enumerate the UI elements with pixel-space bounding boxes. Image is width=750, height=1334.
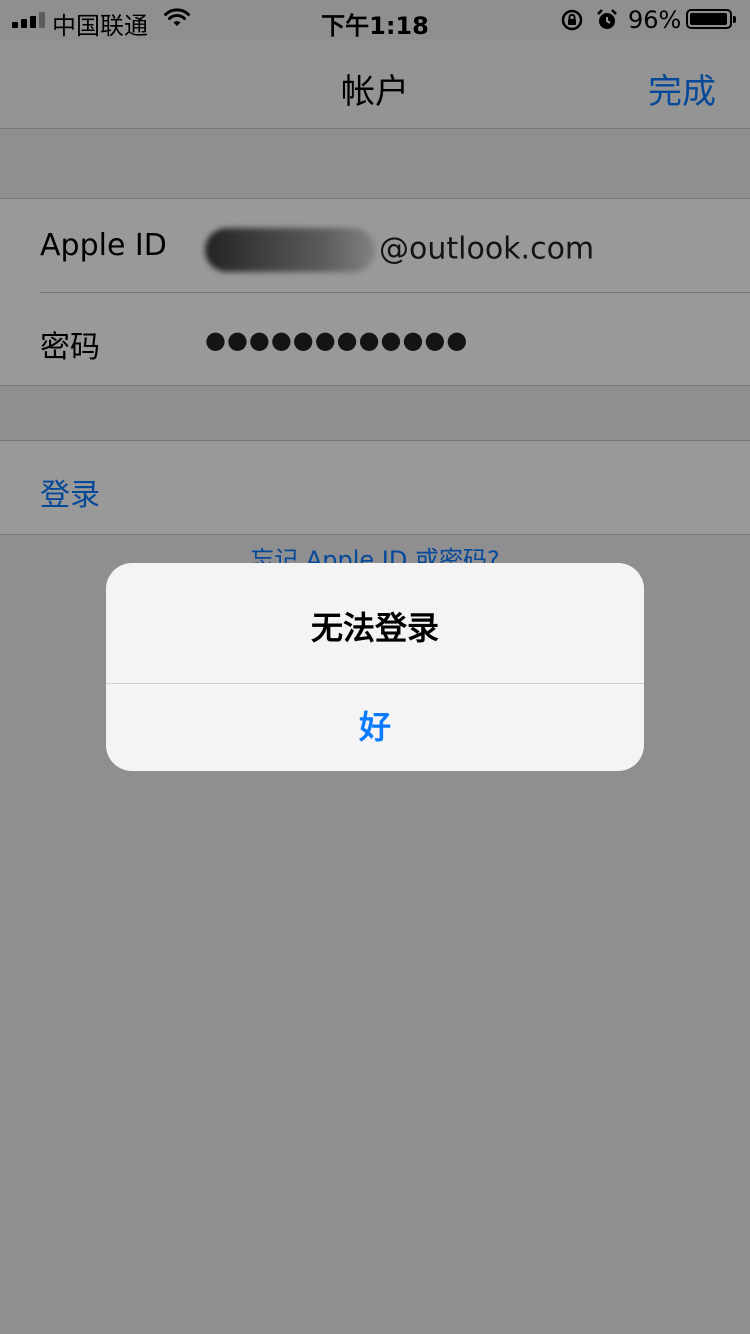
- alert-dialog: 无法登录 好: [106, 563, 644, 771]
- alert-ok-button[interactable]: 好: [106, 684, 644, 771]
- alert-title: 无法登录: [310, 609, 439, 647]
